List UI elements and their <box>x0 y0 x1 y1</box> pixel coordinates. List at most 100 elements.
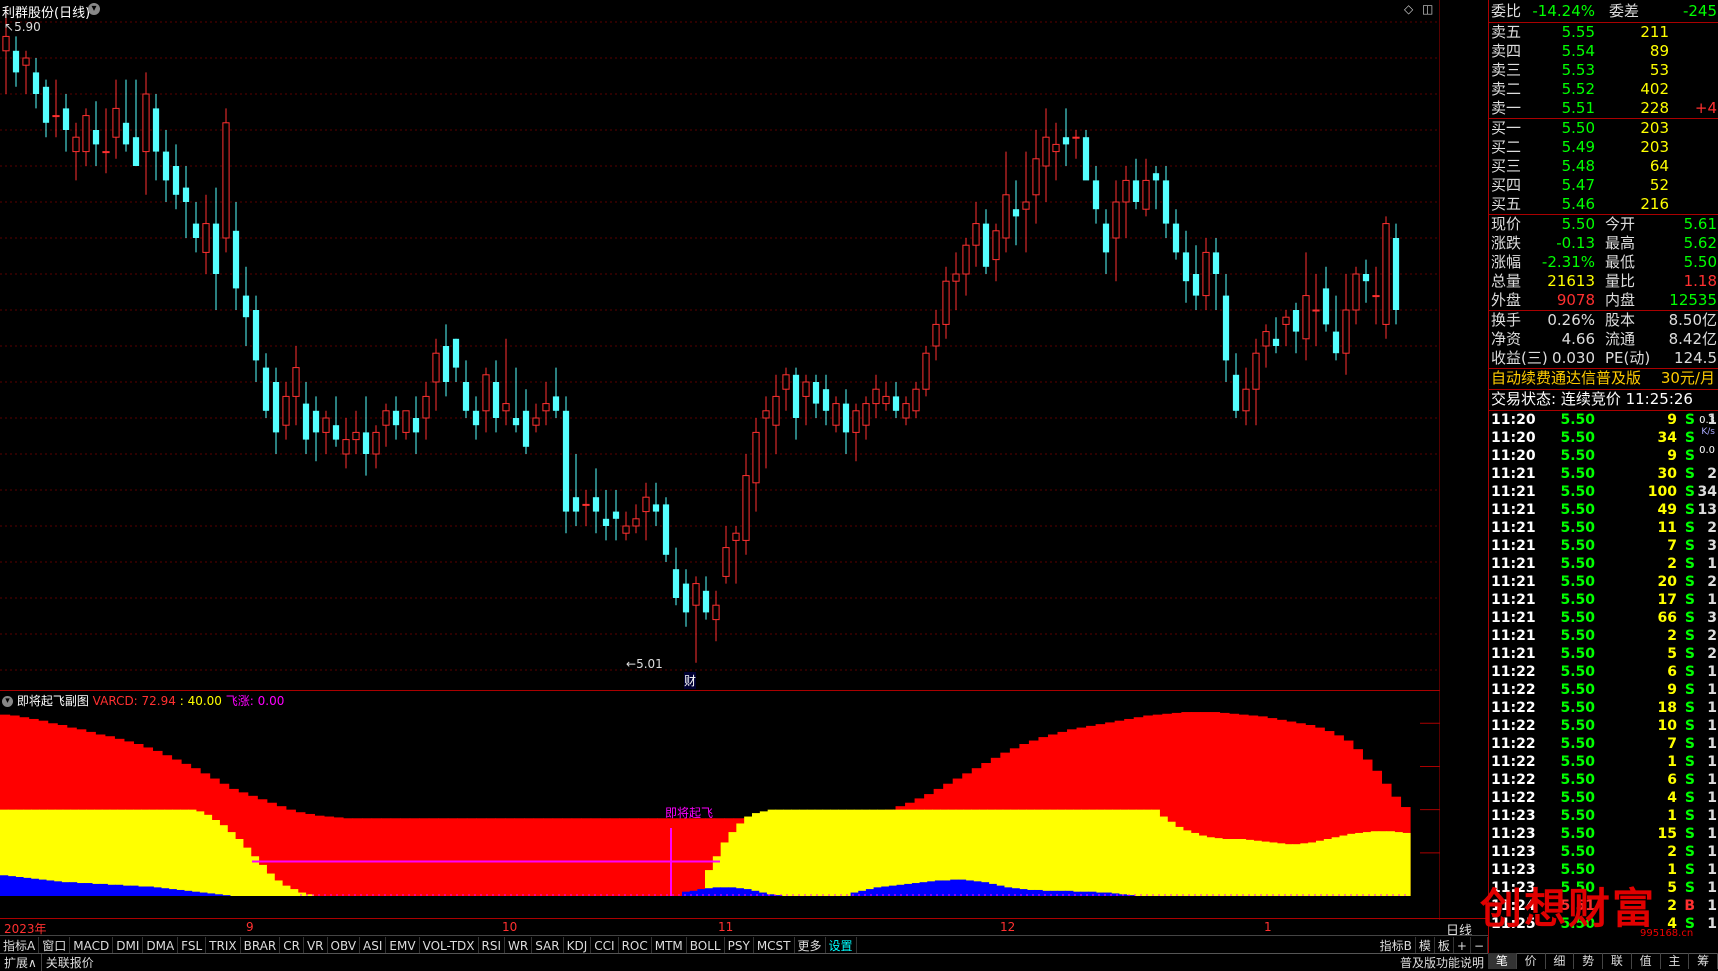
diamond-icon[interactable]: ◇ <box>1404 2 1413 16</box>
kline-chart[interactable]: 5.905.855.805.755.705.655.605.555.505.45… <box>0 0 1440 690</box>
yellow-area-bar <box>164 809 173 896</box>
panel-row: 买一 5.50 203 <box>1489 119 1718 138</box>
blue-area-bar <box>84 883 93 896</box>
candle <box>182 166 190 238</box>
candle <box>722 526 730 584</box>
ask-price: 5.51 <box>1561 99 1595 117</box>
bid-label: 买四 <box>1491 176 1522 194</box>
candle <box>132 79 140 166</box>
tick-row: 11:21 5.50 2 S 1 <box>1489 555 1718 573</box>
chevron-down-icon[interactable]: ▾ <box>2 696 13 707</box>
candle <box>1162 166 1170 238</box>
candle <box>422 382 430 440</box>
candle <box>1152 166 1160 210</box>
related-quote-button[interactable]: 关联报价 <box>42 954 98 971</box>
window-icon[interactable]: ◫ <box>1422 2 1433 16</box>
panel-tab-8[interactable]: 筹 <box>1689 953 1718 969</box>
tick-row: 11:21 5.50 66 S 3 <box>1489 609 1718 627</box>
panel-tab-2[interactable]: 价 <box>1517 953 1546 969</box>
tick-price: 5.50 <box>1560 790 1595 806</box>
yellow-area-bar <box>1363 832 1372 896</box>
blue-area-bar <box>222 895 231 896</box>
tick-volume: 9 <box>1667 412 1677 428</box>
panel-row: 卖四 5.54 89 <box>1489 42 1718 61</box>
tick-side: S <box>1684 754 1695 770</box>
yellow-area-bar <box>1245 839 1254 896</box>
yellow-area-bar <box>117 809 126 896</box>
bid-price: 5.46 <box>1561 195 1595 213</box>
candle <box>1342 274 1350 375</box>
yellow-area-bar <box>211 820 220 896</box>
tick-side: S <box>1684 664 1695 680</box>
candle <box>1082 130 1090 181</box>
tick-count: 3 <box>1707 538 1717 554</box>
tick-count: 1 <box>1707 700 1717 716</box>
quote-value: -2.31% <box>1541 253 1595 271</box>
candle <box>272 367 280 454</box>
ad-text: 自动续费通达信普及版 <box>1491 369 1642 387</box>
red-area-bar <box>657 818 668 896</box>
tick-row: 11:22 5.50 18 S 1 <box>1489 699 1718 717</box>
candle <box>32 58 40 109</box>
yellow-area-bar <box>1253 840 1262 896</box>
panel-row: 卖二 5.52 402 <box>1489 80 1718 99</box>
tick-volume: 2 <box>1667 844 1677 860</box>
candle <box>1252 338 1260 426</box>
panel-tab-5[interactable]: 联 <box>1603 953 1632 969</box>
red-area-bar <box>495 818 506 896</box>
time-axis: 2023年 9 10 11 12 1 日线 <box>0 918 1488 939</box>
candle <box>612 490 620 541</box>
tick-count: 1 <box>1707 718 1717 734</box>
panel-tab-4[interactable]: 势 <box>1574 953 1603 969</box>
fund-value-2: 124.5 <box>1674 349 1717 367</box>
expand-button[interactable]: 扩展∧ <box>0 953 42 971</box>
candle <box>1352 266 1360 325</box>
indicator-chart[interactable]: 200.0150.0100.050.00 <box>0 690 1440 920</box>
candle <box>1282 310 1290 346</box>
tick-volume: 10 <box>1657 718 1677 734</box>
cai-badge[interactable]: 财 <box>684 672 697 689</box>
panel-row: 涨幅 -2.31% 最低 5.50 <box>1489 253 1718 272</box>
tick-side: S <box>1684 736 1695 752</box>
tick-volume: 2 <box>1667 898 1677 914</box>
quote-value-2: 5.62 <box>1683 234 1717 252</box>
ask-price: 5.52 <box>1561 80 1595 98</box>
panel-tab-3[interactable]: 细 <box>1546 953 1575 969</box>
yellow-area-bar <box>258 864 267 896</box>
tick-count: 1 <box>1707 556 1717 572</box>
red-area-bar <box>323 816 335 896</box>
yellow-area-bar <box>1026 809 1035 896</box>
yellow-area-bar <box>1300 843 1309 896</box>
tick-time: 11:20 <box>1491 430 1536 446</box>
candle <box>772 374 780 454</box>
yellow-area-bar <box>1151 809 1160 896</box>
candle <box>1092 166 1100 224</box>
red-area-bar <box>314 815 325 896</box>
candle <box>532 403 540 433</box>
red-area-bar <box>552 818 563 896</box>
blue-area-bar <box>896 884 905 896</box>
ask-price: 5.54 <box>1561 42 1595 60</box>
quote-label-2: 今开 <box>1605 215 1636 233</box>
panel-tab-1[interactable]: 笔 <box>1488 953 1517 969</box>
candle <box>482 367 490 433</box>
tick-time: 11:21 <box>1491 628 1536 644</box>
help-link[interactable]: 普及版功能说明 <box>1396 954 1488 971</box>
blue-area-bar <box>1003 887 1013 896</box>
bid-volume: 64 <box>1649 157 1669 175</box>
tick-volume: 2 <box>1667 628 1677 644</box>
ask-label: 卖五 <box>1491 23 1522 41</box>
candle <box>172 144 180 210</box>
bid-label: 买三 <box>1491 157 1522 175</box>
panel-row: 买五 5.46 216 <box>1489 195 1718 214</box>
panel-tab-6[interactable]: 值 <box>1632 953 1661 969</box>
yellow-area-bar <box>744 816 753 896</box>
panel-tab-7[interactable]: 主 <box>1661 953 1690 969</box>
red-area-bar <box>295 812 306 896</box>
chevron-down-icon[interactable]: ▾ <box>88 3 100 15</box>
tick-row: 11:21 5.50 5 S 2 <box>1489 645 1718 663</box>
fund-label: 换手 <box>1491 311 1522 329</box>
candle <box>1022 151 1030 253</box>
tick-row: 11:21 5.50 20 S 2 <box>1489 573 1718 591</box>
blue-area-bar <box>988 883 997 896</box>
